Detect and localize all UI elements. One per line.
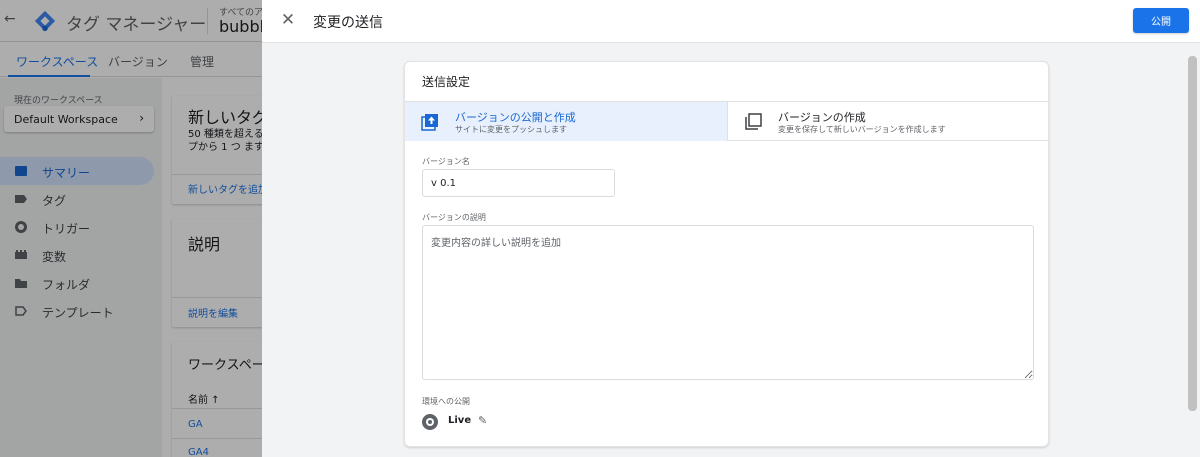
close-icon[interactable]: ✕ — [278, 10, 298, 30]
environment-name: Live — [448, 415, 472, 426]
create-version-icon — [745, 113, 762, 130]
submit-changes-dialog: ✕ 変更の送信 公開 送信設定 バージョンの公開と作成 サイトに変更をプッシュし… — [262, 0, 1200, 457]
publish-button[interactable]: 公開 — [1133, 8, 1189, 33]
option-title: バージョンの公開と作成 — [455, 111, 576, 124]
dialog-title: 変更の送信 — [313, 15, 383, 31]
submission-options: バージョンの公開と作成 サイトに変更をプッシュします バージョンの作成 変更を保… — [405, 101, 1050, 141]
version-name-input[interactable] — [422, 169, 615, 197]
edit-pencil-icon[interactable]: ✎ — [478, 414, 487, 427]
option-subtitle: サイトに変更をプッシュします — [455, 125, 567, 134]
environment-icon — [422, 414, 438, 430]
dialog-header: ✕ 変更の送信 公開 — [262, 0, 1200, 43]
option-title: バージョンの作成 — [778, 111, 866, 124]
version-description-input[interactable] — [422, 225, 1034, 380]
option-subtitle: 変更を保存して新しいバージョンを作成します — [778, 125, 946, 134]
version-name-label: バージョン名 — [422, 157, 470, 166]
environment-label: 環境への公開 — [422, 397, 470, 406]
option-create-version[interactable]: バージョンの作成 変更を保存して新しいバージョンを作成します — [728, 102, 1050, 141]
option-publish-and-create-version[interactable]: バージョンの公開と作成 サイトに変更をプッシュします — [405, 102, 727, 141]
version-description-label: バージョンの説明 — [422, 213, 486, 222]
publish-icon — [421, 114, 438, 131]
section-title: 送信設定 — [422, 75, 471, 89]
scrollbar[interactable] — [1188, 56, 1197, 411]
submission-settings-card: 送信設定 バージョンの公開と作成 サイトに変更をプッシュします バージョンの作成… — [404, 61, 1050, 447]
